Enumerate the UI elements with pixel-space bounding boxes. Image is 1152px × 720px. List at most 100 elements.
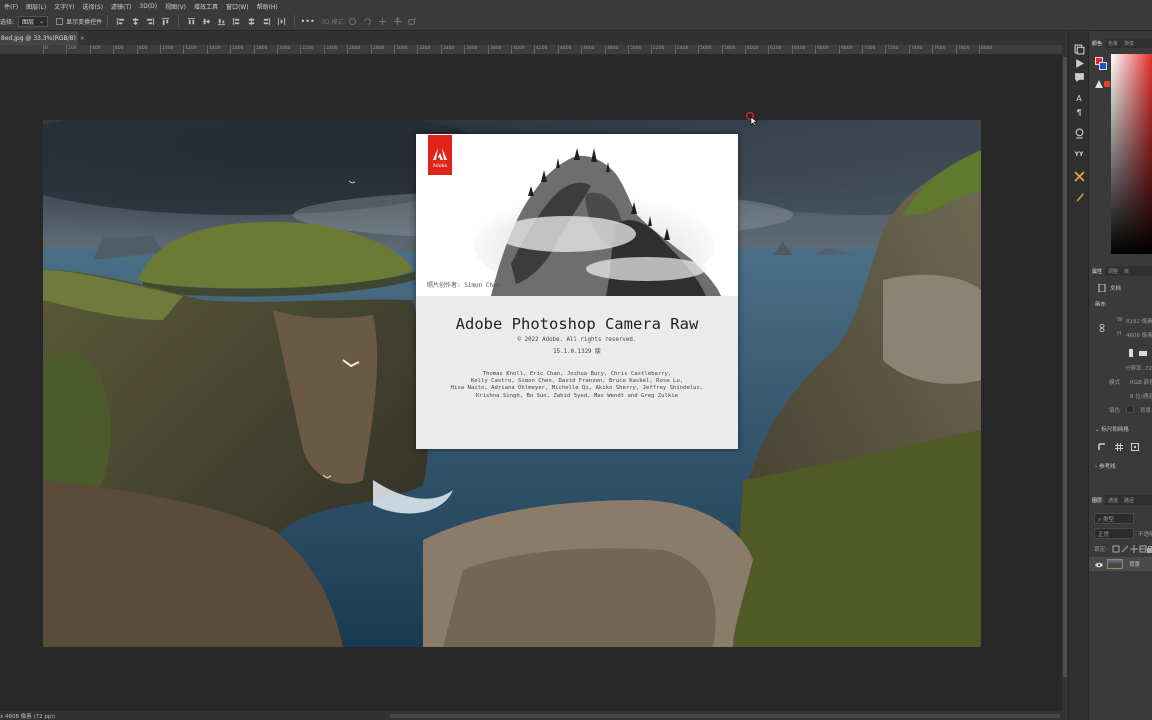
ruler-tick	[394, 45, 395, 54]
fill-value[interactable]: 背景	[1140, 406, 1151, 414]
tab-paths[interactable]: 路径	[1121, 497, 1137, 504]
ruler-label: 3800	[490, 46, 502, 51]
distribute-right-icon[interactable]	[261, 16, 272, 27]
properties-panel-tabs: 属性 调整 库	[1089, 266, 1152, 276]
background-color-swatch[interactable]	[1099, 62, 1107, 70]
bit-depth-value[interactable]: 8 位/通道	[1130, 392, 1152, 400]
width-value[interactable]: 8192 像素	[1126, 317, 1152, 325]
height-value[interactable]: 4608 像素	[1126, 331, 1152, 339]
blend-mode-dropdown[interactable]: 正常	[1094, 528, 1134, 539]
play-actions-icon[interactable]	[1072, 57, 1086, 70]
history-icon[interactable]	[1072, 43, 1086, 56]
ruler-tick	[932, 45, 933, 54]
layer-thumbnail	[1107, 559, 1123, 569]
distribute-spacing-icon[interactable]	[276, 16, 287, 27]
paragraph-panel-icon[interactable]: ¶	[1072, 106, 1086, 119]
tab-channels[interactable]: 通道	[1105, 497, 1121, 504]
pixel-grid-icon[interactable]	[1130, 442, 1139, 451]
lock-position-icon[interactable]	[1129, 544, 1138, 553]
mode-value[interactable]: RGB 颜色	[1130, 378, 1152, 386]
menu-window[interactable]: 窗口(W)	[222, 2, 253, 11]
distribute-middle-icon[interactable]	[201, 16, 212, 27]
menu-type[interactable]: 文字(Y)	[50, 2, 78, 11]
scale-3d-icon[interactable]	[407, 16, 418, 27]
eye-icon[interactable]	[1094, 560, 1103, 569]
layer-name[interactable]: 背景	[1129, 560, 1140, 568]
portrait-orientation-icon[interactable]	[1126, 348, 1135, 357]
horizontal-scrollbar[interactable]	[390, 714, 1060, 718]
ruler-icon[interactable]	[1097, 442, 1106, 451]
height-label: H	[1117, 331, 1122, 337]
layer-row[interactable]: 背景	[1089, 557, 1152, 571]
tab-properties[interactable]: 属性	[1089, 266, 1106, 276]
grid-icon[interactable]	[1114, 442, 1123, 451]
comment-icon[interactable]	[1072, 71, 1086, 84]
guides-section[interactable]: › 参考线	[1095, 462, 1115, 470]
align-center-icon[interactable]	[130, 16, 141, 27]
camera-raw-splash[interactable]: Adobe 照片创作者: Simon Chen Adobe Photoshop …	[416, 134, 738, 449]
menu-3d[interactable]: 3D(D)	[135, 3, 161, 10]
brush-presets-icon[interactable]	[1072, 191, 1086, 204]
align-left-icon[interactable]	[115, 16, 126, 27]
distribute-top-icon[interactable]	[186, 16, 197, 27]
more-options-icon[interactable]: •••	[301, 16, 315, 27]
ruler-tick	[862, 45, 863, 54]
ruler-tick	[839, 45, 840, 54]
menu-select[interactable]: 选择(S)	[79, 2, 108, 11]
glyphs-icon[interactable]: YY	[1072, 148, 1086, 161]
rulers-grid-section[interactable]: ⌄ 标尺和网格	[1095, 425, 1129, 433]
menu-plugins[interactable]: 增效工具	[190, 2, 222, 11]
ruler-tick	[464, 45, 465, 54]
rulers-grid-label: 标尺和网格	[1101, 427, 1129, 433]
ruler-tick	[160, 45, 161, 54]
ruler-tick	[768, 45, 769, 54]
roll-3d-icon[interactable]	[362, 16, 373, 27]
align-top-icon[interactable]	[160, 16, 171, 27]
slide-3d-icon[interactable]	[392, 16, 403, 27]
orbit-3d-icon[interactable]	[347, 16, 358, 27]
character-panel-icon[interactable]: A	[1072, 92, 1086, 105]
web-safe-color-icon[interactable]	[1102, 79, 1111, 88]
ruler-tick	[66, 45, 67, 54]
distribute-center-icon[interactable]	[246, 16, 257, 27]
drag-3d-icon[interactable]	[377, 16, 388, 27]
layer-filter-dropdown[interactable]: ⌕ 类型	[1094, 513, 1134, 524]
scrollbar-thumb[interactable]	[1063, 57, 1067, 677]
close-icon[interactable]: ×	[80, 35, 85, 42]
horizontal-ruler[interactable]: 0 200 400 600 800 1000 1200 1400 1600 1800 2000 220…	[0, 45, 1062, 55]
adobe-a-icon	[433, 148, 447, 160]
distribute-left-icon[interactable]	[231, 16, 242, 27]
distribute-bottom-icon[interactable]	[216, 16, 227, 27]
landscape-orientation-icon[interactable]	[1138, 348, 1147, 357]
tab-libraries[interactable]: 库	[1121, 268, 1132, 275]
lock-paint-icon[interactable]	[1120, 544, 1129, 553]
canvas-section-header[interactable]: 画布	[1095, 300, 1106, 308]
lock-all-icon[interactable]	[1145, 544, 1152, 553]
layer-dropdown[interactable]: 图层 ⌄	[18, 15, 49, 27]
align-right-icon[interactable]	[145, 16, 156, 27]
menu-filter[interactable]: 滤镜(T)	[107, 2, 135, 11]
menu-view[interactable]: 视图(V)	[161, 2, 190, 11]
canvas-area[interactable]: Adobe 照片创作者: Simon Chen Adobe Photoshop …	[0, 55, 1062, 711]
lock-transparent-icon[interactable]	[1111, 544, 1120, 553]
menu-help[interactable]: 帮助(H)	[253, 2, 282, 11]
ruler-label: 8000	[981, 46, 993, 51]
tab-color[interactable]: 颜色	[1089, 38, 1106, 48]
menu-file[interactable]: 件(F)	[0, 2, 22, 11]
tab-adjustments[interactable]: 调整	[1105, 268, 1121, 275]
fill-swatch[interactable]	[1126, 405, 1134, 413]
link-icon[interactable]	[1097, 323, 1106, 332]
menu-layer[interactable]: 图层(L)	[22, 2, 50, 11]
brush-settings-icon[interactable]	[1072, 127, 1086, 140]
document-tab-bar: 8ed.jpg @ 33.3%(RGB/8) ×	[0, 31, 1068, 45]
ruler-tick	[43, 45, 44, 54]
tools-cross-icon[interactable]	[1072, 170, 1086, 183]
show-transform-checkbox[interactable]	[56, 17, 64, 25]
color-picker-field[interactable]	[1111, 54, 1152, 254]
document-tab[interactable]: 8ed.jpg @ 33.3%(RGB/8) ×	[0, 31, 85, 45]
tab-layers[interactable]: 图层	[1089, 495, 1106, 505]
tab-swatches[interactable]: 色板	[1105, 40, 1121, 47]
ruler-label: 200	[68, 46, 77, 51]
tab-gradients[interactable]: 渐变	[1121, 40, 1137, 47]
divider	[178, 15, 180, 27]
